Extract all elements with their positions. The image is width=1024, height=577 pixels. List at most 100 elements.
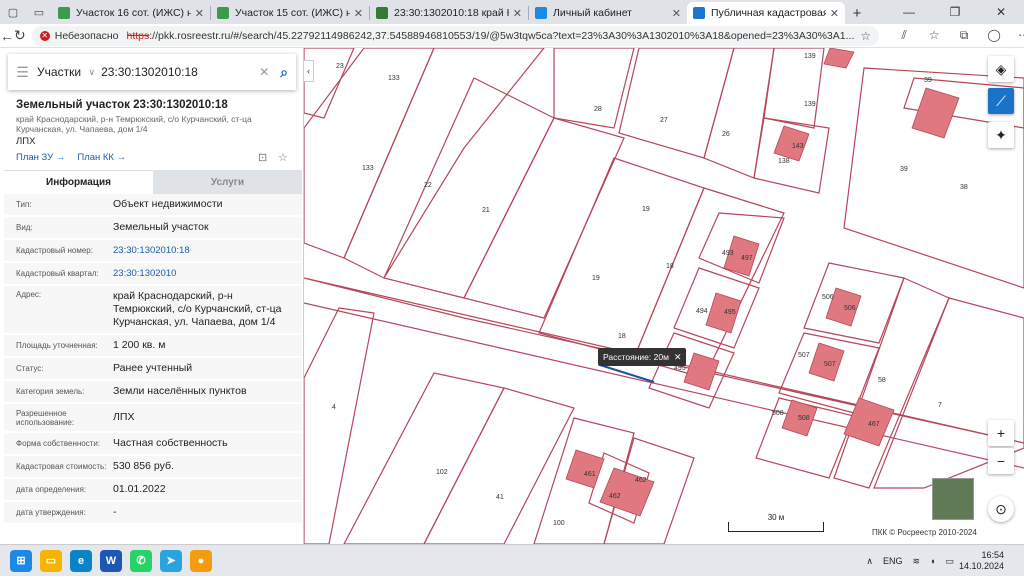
clear-icon[interactable]: ✕ (256, 65, 272, 79)
category-select[interactable]: Участки ∨ (37, 65, 101, 79)
attr-key: Кадастровый квартал: (16, 269, 99, 278)
workspaces-icon[interactable]: ▢ (0, 0, 26, 24)
parcel-label: 143 (792, 143, 804, 150)
window-controls: — ❐ ✕ (886, 0, 1024, 24)
volume-icon[interactable]: ◖ (930, 556, 935, 566)
edge-icon[interactable]: e (70, 549, 92, 572)
clock[interactable]: 16:54 14.10.2024 (959, 550, 1004, 572)
zoom-out-button[interactable]: − (988, 448, 1014, 474)
basemap-thumbnail[interactable] (932, 478, 974, 520)
split-screen-icon[interactable]: ⫽ (889, 28, 919, 43)
close-tab-icon[interactable]: ✕ (672, 7, 681, 20)
layers-icon[interactable]: ◈ (988, 56, 1014, 82)
tab-title: Публичная кадастровая карта (711, 7, 826, 19)
close-window-button[interactable]: ✕ (978, 0, 1024, 24)
minimize-button[interactable]: — (886, 0, 932, 24)
attr-key: Кадастровый номер: (16, 246, 93, 255)
url-field[interactable]: ✕ Небезопасно https://pkk.rosreestr.ru/#… (31, 25, 880, 46)
reload-icon[interactable]: ↻ (14, 27, 26, 44)
system-tray: ∧ ENG ≋ ◖ ▭ 16:54 14.10.2024 (861, 545, 1024, 577)
locate-icon[interactable]: ⊙ (988, 496, 1014, 522)
wifi-icon[interactable]: ≋ (912, 556, 920, 567)
table-row: Статус: Ранее учтенный (4, 358, 302, 381)
plan-kk-link[interactable]: План КК → (77, 152, 126, 163)
browser-toolbar: ⫽ ☆ ⧉ ◯ ⋯ (889, 28, 1024, 43)
menu-icon[interactable]: ☰ (8, 64, 37, 81)
insecure-indicator[interactable]: ✕ Небезопасно (39, 29, 119, 42)
object-title: Земельный участок 23:30:1302010:18 (16, 99, 228, 111)
tab-services[interactable]: Услуги (153, 170, 302, 194)
measure-icon[interactable]: ⟋ (988, 88, 1014, 114)
object-address: край Краснодарский, р-н Темрюкский, с/о … (16, 114, 252, 134)
chevron-up-icon[interactable]: ∧ (866, 556, 873, 567)
table-row: Адрес: край Краснодарский, р-н Темрюкский… (4, 286, 302, 335)
parcel-boundary (383, 77, 555, 299)
distance-tooltip: Расстояние: 20м ✕ (598, 348, 687, 366)
search-icon[interactable]: ⌕ (272, 64, 296, 81)
more-icon[interactable]: ⋯ (1009, 28, 1024, 43)
favorites-icon[interactable]: ☆ (919, 28, 949, 43)
favorite-star-icon[interactable]: ☆ (278, 151, 288, 164)
tab-info[interactable]: Информация (4, 170, 153, 194)
info-tabs: Информация Услуги (4, 170, 302, 194)
telegram-icon[interactable]: ➤ (160, 549, 182, 572)
close-tab-icon[interactable]: ✕ (830, 7, 839, 20)
file-explorer-icon[interactable]: ▭ (40, 549, 62, 572)
browser-tab[interactable]: Личный кабинет ✕ (529, 2, 687, 24)
new-tab-button[interactable]: + (845, 2, 869, 24)
cadastral-quarter-link[interactable]: 23:30:1302010 (113, 267, 302, 280)
scale-label: 30 м (767, 513, 785, 522)
close-icon[interactable]: ✕ (674, 352, 682, 363)
close-tab-icon[interactable]: ✕ (195, 7, 204, 20)
browser-tab[interactable]: Участок 16 сот. (ИЖС) на продаж ✕ (52, 2, 210, 24)
parcel-label: 133 (388, 75, 400, 82)
tab-actions-icon[interactable]: ▭ (26, 0, 52, 24)
measurement-line (599, 364, 655, 383)
plan-zu-link[interactable]: План ЗУ → (16, 152, 65, 163)
table-row: Категория земель: Земли населённых пункто… (4, 381, 302, 404)
cadastral-number-link[interactable]: 23:30:1302010:18 (113, 244, 302, 257)
browser-tab-active[interactable]: Публичная кадастровая карта ✕ (687, 2, 845, 24)
tools-icon[interactable]: ✦ (988, 122, 1014, 148)
search-input[interactable] (101, 65, 257, 79)
insecure-label: Небезопасно (54, 29, 119, 42)
maximize-button[interactable]: ❐ (932, 0, 978, 24)
profile-icon[interactable]: ◯ (979, 28, 1009, 43)
table-row: Площадь уточненная: 1 200 кв. м (4, 335, 302, 358)
browser-tab[interactable]: 23:30:1302010:18 край Краснодарс ✕ (370, 2, 528, 24)
table-row: Разрешенное использование: ЛПХ (4, 404, 302, 433)
favorite-star-icon[interactable]: ☆ (860, 29, 871, 43)
word-icon[interactable]: W (100, 549, 122, 572)
parcel-label: 27 (660, 117, 668, 124)
object-info-panel: ☰ Участки ∨ ✕ ⌕ Земельный участок 23:30:… (0, 48, 304, 544)
map-canvas[interactable]: 23 133 28 27 26 139 139 138 143 39 38 39… (304, 48, 1024, 544)
cadastral-map[interactable]: 23 133 28 27 26 139 139 138 143 39 38 39… (304, 48, 1024, 544)
parcel-labels: 23 133 28 27 26 139 139 138 143 39 38 39… (332, 53, 968, 527)
warning-icon: ✕ (39, 30, 50, 41)
whatsapp-icon[interactable]: ✆ (130, 549, 152, 572)
zoom-in-button[interactable]: + (988, 420, 1014, 446)
browser-tab[interactable]: Участок 15 сот. (ИЖС) на продаж ✕ (211, 2, 369, 24)
parcel-boundary (304, 48, 355, 119)
zoom-to-object-icon[interactable]: ⊡ (258, 151, 267, 164)
attr-value: Земли населённых пунктов (113, 385, 247, 397)
collections-icon[interactable]: ⧉ (949, 28, 979, 43)
language-indicator[interactable]: ENG (883, 556, 903, 566)
copyright: ПКК © Росреестр 2010-2024 (872, 528, 977, 537)
close-tab-icon[interactable]: ✕ (513, 7, 522, 20)
tab-favicon-icon (535, 7, 547, 19)
table-row: Кадастровый номер: 23:30:1302010:18 (4, 240, 302, 263)
battery-icon[interactable]: ▭ (945, 556, 954, 567)
collapse-panel-button[interactable]: ‹ (304, 60, 314, 82)
attr-key: Категория земель: (16, 387, 85, 396)
app-icon[interactable]: ● (190, 549, 212, 572)
parcel-label: 39 (900, 166, 908, 173)
parcel-label: 461 (584, 471, 596, 478)
back-icon[interactable]: ← (0, 28, 14, 44)
attr-key: Кадастровая стоимость: (16, 462, 107, 471)
close-tab-icon[interactable]: ✕ (354, 7, 363, 20)
attr-key: Адрес: (16, 290, 42, 299)
start-icon[interactable]: ⊞ (10, 549, 32, 572)
parcel-label: 133 (362, 165, 374, 172)
taskbar: ⊞ ▭ e W ✆ ➤ ● ∧ ENG ≋ ◖ ▭ 16:54 14.10.20… (0, 544, 1024, 576)
